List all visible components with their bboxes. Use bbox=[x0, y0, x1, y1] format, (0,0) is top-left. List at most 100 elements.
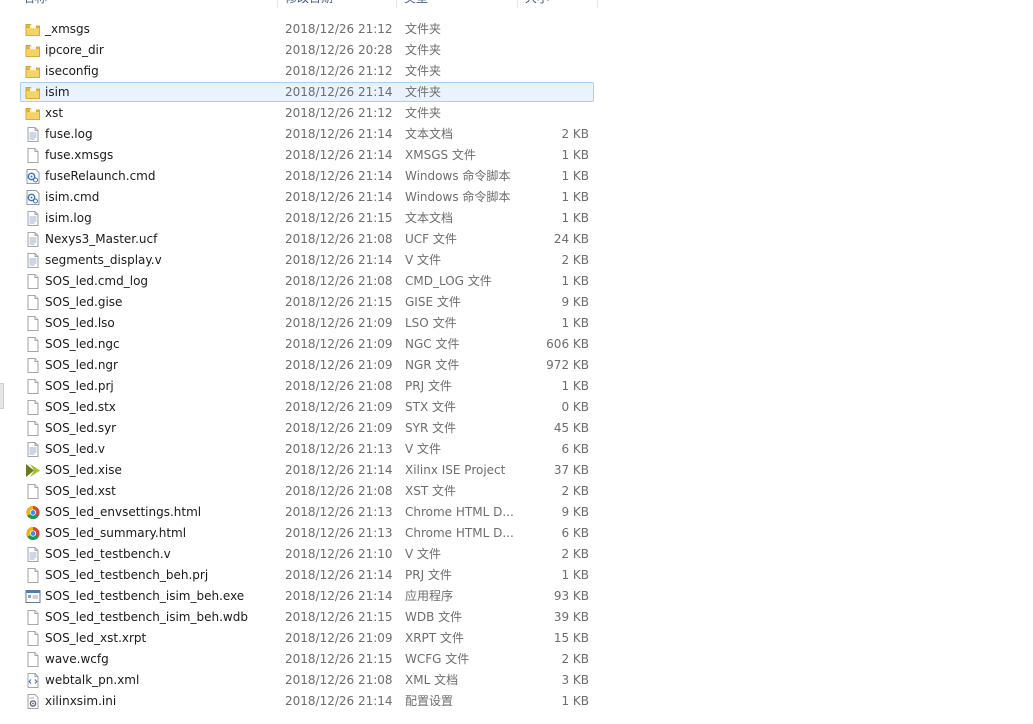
file-row[interactable]: SOS_led.cmd_log 2018/12/26 21:08 CMD_LOG 文… bbox=[20, 271, 594, 291]
file-name: fuse.xmsgs bbox=[45, 148, 114, 162]
file-name: webtalk_pn.xml bbox=[45, 673, 140, 687]
file-name: SOS_led.prj bbox=[45, 379, 114, 393]
file-size: 24 KB bbox=[553, 232, 589, 246]
file-date-modified: 2018/12/26 21:12 bbox=[285, 64, 393, 78]
file-row[interactable]: isim.log 2018/12/26 21:15 文本文档 1 KB bbox=[20, 208, 594, 228]
file-row[interactable]: isim.cmd 2018/12/26 21:14 Windows 命令脚本 1 KB bbox=[20, 187, 594, 207]
file-name: ipcore_dir bbox=[45, 43, 104, 57]
file-row[interactable]: xilinxsim.ini 2018/12/26 21:14 配置设置 1 KB bbox=[20, 691, 594, 711]
file-name: isim bbox=[45, 85, 70, 99]
file-date-modified: 2018/12/26 21:10 bbox=[285, 547, 393, 561]
folder-row[interactable]: xst 2018/12/26 21:12 文件夹 bbox=[20, 103, 594, 123]
file-row[interactable]: SOS_led_testbench_isim_beh.wdb 2018/12/26… bbox=[20, 607, 594, 627]
file-type: V 文件 bbox=[405, 253, 442, 267]
file-type: UCF 文件 bbox=[405, 232, 457, 246]
file-date-modified: 2018/12/26 21:15 bbox=[285, 652, 393, 666]
column-header-type[interactable]: 类型 bbox=[397, 0, 518, 8]
file-date-modified: 2018/12/26 21:09 bbox=[285, 421, 393, 435]
file-explorer: 名称 修改日期 类型 大小 _xmsgs2018/12/26 21:12文件夹i… bbox=[0, 0, 1033, 724]
file-name: SOS_led.lso bbox=[45, 316, 115, 330]
file-type: CMD_LOG 文件 bbox=[405, 274, 492, 288]
file-icon bbox=[25, 484, 41, 499]
file-row[interactable]: SOS_led.xst 2018/12/26 21:08 XST 文件 2 KB bbox=[20, 481, 594, 501]
file-date-modified: 2018/12/26 21:14 bbox=[285, 568, 393, 582]
folder-row[interactable]: isim 2018/12/26 21:14 文件夹 bbox=[20, 82, 594, 102]
file-size: 1 KB bbox=[561, 316, 589, 330]
file-icon bbox=[25, 652, 41, 667]
file-name: SOS_led.ngc bbox=[45, 337, 120, 351]
file-row[interactable]: SOS_led_testbench_isim_beh.exe 2018/12/26… bbox=[20, 586, 594, 606]
file-icon bbox=[25, 295, 41, 310]
file-row[interactable]: SOS_led.lso 2018/12/26 21:09 LSO 文件 1 KB bbox=[20, 313, 594, 333]
file-size: 6 KB bbox=[561, 442, 589, 456]
file-row[interactable]: fuseRelaunch.cmd 2018/12/26 21:14 Windows … bbox=[20, 166, 594, 186]
file-size: 1 KB bbox=[561, 211, 589, 225]
file-row[interactable]: wave.wcfg 2018/12/26 21:15 WCFG 文件 2 KB bbox=[20, 649, 594, 669]
file-date-modified: 2018/12/26 21:14 bbox=[285, 85, 393, 99]
file-size: 9 KB bbox=[561, 295, 589, 309]
file-name: SOS_led_xst.xrpt bbox=[45, 631, 147, 645]
folder-row[interactable]: _xmsgs 2018/12/26 21:12 文件夹 bbox=[20, 19, 594, 39]
file-row[interactable]: SOS_led_summary.html 2018/12/26 21:13 Chro… bbox=[20, 523, 594, 543]
file-date-modified: 2018/12/26 21:08 bbox=[285, 484, 393, 498]
file-row[interactable]: fuse.log 2018/12/26 21:14 文本文档 2 KB bbox=[20, 124, 594, 144]
file-date-modified: 2018/12/26 21:15 bbox=[285, 211, 393, 225]
file-row[interactable]: SOS_led_envsettings.html 2018/12/26 21:13… bbox=[20, 502, 594, 522]
text-file-icon bbox=[25, 127, 41, 142]
file-name: iseconfig bbox=[45, 64, 99, 78]
file-name: fuseRelaunch.cmd bbox=[45, 169, 156, 183]
file-row[interactable]: SOS_led_xst.xrpt 2018/12/26 21:09 XRPT 文件 1… bbox=[20, 628, 594, 648]
folder-row[interactable]: iseconfig 2018/12/26 21:12 文件夹 bbox=[20, 61, 594, 81]
file-row[interactable]: segments_display.v 2018/12/26 21:14 V 文件 2 … bbox=[20, 250, 594, 270]
file-name: isim.cmd bbox=[45, 190, 100, 204]
file-date-modified: 2018/12/26 21:08 bbox=[285, 232, 393, 246]
file-name: fuse.log bbox=[45, 127, 93, 141]
file-size: 0 KB bbox=[561, 400, 589, 414]
file-date-modified: 2018/12/26 21:13 bbox=[285, 505, 393, 519]
folder-row[interactable]: ipcore_dir 2018/12/26 20:28 文件夹 bbox=[20, 40, 594, 60]
column-header-name[interactable]: 名称 bbox=[0, 0, 278, 8]
file-row[interactable]: SOS_led.xise 2018/12/26 21:14 Xilinx ISE P… bbox=[20, 460, 594, 480]
column-header-size[interactable]: 大小 bbox=[518, 0, 598, 8]
file-size: 1 KB bbox=[561, 148, 589, 162]
file-row[interactable]: SOS_led.v 2018/12/26 21:13 V 文件 6 KB bbox=[20, 439, 594, 459]
file-date-modified: 2018/12/26 21:08 bbox=[285, 379, 393, 393]
column-header-date[interactable]: 修改日期 bbox=[278, 0, 397, 8]
file-row[interactable]: SOS_led_testbench.v 2018/12/26 21:10 V 文件 2… bbox=[20, 544, 594, 564]
file-row[interactable]: SOS_led.stx 2018/12/26 21:09 STX 文件 0 KB bbox=[20, 397, 594, 417]
file-row[interactable]: SOS_led.ngr 2018/12/26 21:09 NGR 文件 972 KB bbox=[20, 355, 594, 375]
file-row[interactable]: SOS_led.prj 2018/12/26 21:08 PRJ 文件 1 KB bbox=[20, 376, 594, 396]
file-type: LSO 文件 bbox=[405, 316, 457, 330]
file-date-modified: 2018/12/26 21:14 bbox=[285, 169, 393, 183]
file-date-modified: 2018/12/26 21:14 bbox=[285, 190, 393, 204]
file-type: 文本文档 bbox=[405, 211, 454, 225]
file-name: SOS_led_summary.html bbox=[45, 526, 187, 540]
file-row[interactable]: SOS_led.gise 2018/12/26 21:15 GISE 文件 9 KB bbox=[20, 292, 594, 312]
file-name: SOS_led.stx bbox=[45, 400, 116, 414]
file-type: PRJ 文件 bbox=[405, 568, 452, 582]
chrome-icon bbox=[25, 505, 41, 520]
file-type: SYR 文件 bbox=[405, 421, 457, 435]
file-type: 文件夹 bbox=[405, 64, 442, 78]
file-name: SOS_led.v bbox=[45, 442, 105, 456]
file-type: XST 文件 bbox=[405, 484, 456, 498]
file-name: SOS_led_testbench_isim_beh.exe bbox=[45, 589, 245, 603]
file-icon bbox=[25, 316, 41, 331]
file-type: 文件夹 bbox=[405, 22, 442, 36]
file-row[interactable]: SOS_led.ngc 2018/12/26 21:09 NGC 文件 606 KB bbox=[20, 334, 594, 354]
file-name: SOS_led_testbench_isim_beh.wdb bbox=[45, 610, 248, 624]
file-size: 39 KB bbox=[553, 610, 589, 624]
file-name: SOS_led.syr bbox=[45, 421, 117, 435]
file-row[interactable]: Nexys3_Master.ucf 2018/12/26 21:08 UCF 文件 2… bbox=[20, 229, 594, 249]
folder-icon bbox=[25, 22, 41, 37]
file-row[interactable]: SOS_led.syr 2018/12/26 21:09 SYR 文件 45 KB bbox=[20, 418, 594, 438]
file-row[interactable]: fuse.xmsgs 2018/12/26 21:14 XMSGS 文件 1 KB bbox=[20, 145, 594, 165]
file-type: V 文件 bbox=[405, 547, 442, 561]
file-type: GISE 文件 bbox=[405, 295, 461, 309]
file-row[interactable]: SOS_led_testbench_beh.prj 2018/12/26 21:1… bbox=[20, 565, 594, 585]
file-name: SOS_led.xise bbox=[45, 463, 122, 477]
file-row[interactable]: webtalk_pn.xml 2018/12/26 21:08 XML 文档 3 KB bbox=[20, 670, 594, 690]
file-date-modified: 2018/12/26 21:14 bbox=[285, 148, 393, 162]
navigation-pane-resize-handle[interactable] bbox=[0, 383, 4, 409]
file-size: 1 KB bbox=[561, 379, 589, 393]
